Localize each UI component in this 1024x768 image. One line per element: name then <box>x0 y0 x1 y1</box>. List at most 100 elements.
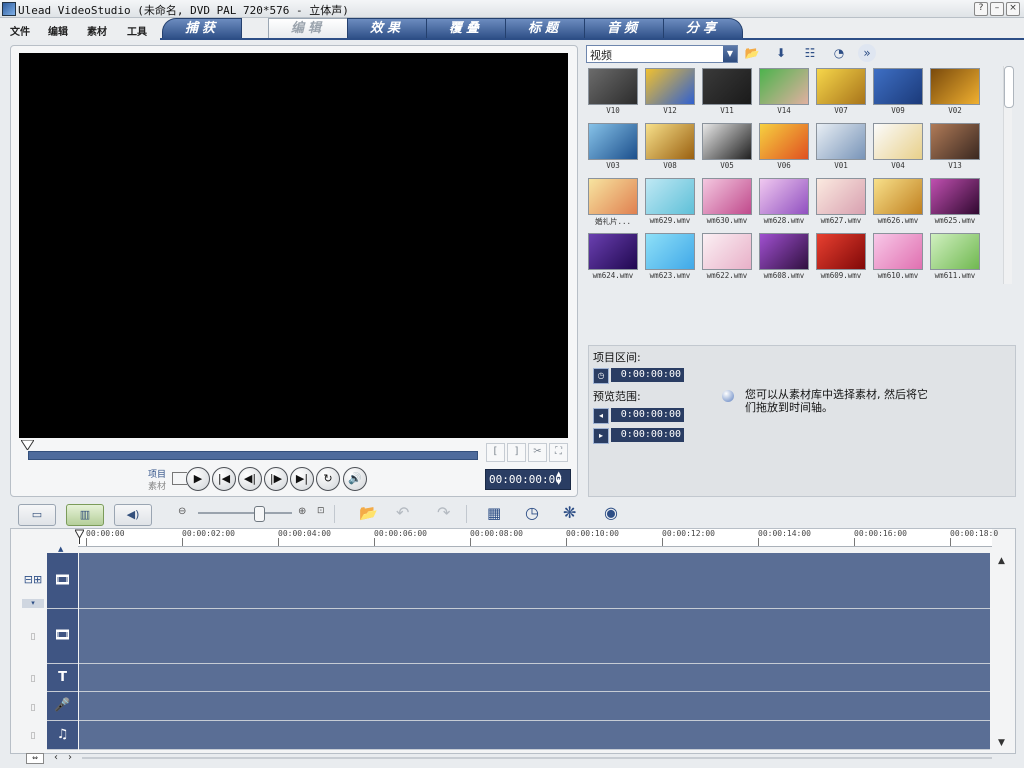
expand-icon[interactable]: » <box>858 44 876 62</box>
library-scroll-knob[interactable] <box>1004 66 1014 108</box>
tab-share[interactable]: 分享 <box>663 18 743 39</box>
library-scrollbar[interactable] <box>1003 66 1014 284</box>
voice-track[interactable] <box>79 692 990 721</box>
library-thumbnail[interactable] <box>930 123 980 160</box>
fit-project-icon[interactable]: ⊡ <box>317 506 325 516</box>
mix-audio-icon[interactable]: ❋ <box>563 503 576 522</box>
track-expand-icon[interactable]: ▾ <box>22 599 44 608</box>
library-thumbnail[interactable] <box>702 68 752 105</box>
library-thumbnail[interactable] <box>873 233 923 270</box>
scroll-right-icon[interactable]: › <box>68 752 72 763</box>
scrub-handle[interactable] <box>21 440 34 450</box>
overlay-track[interactable] <box>79 609 990 664</box>
zoom-slider-knob[interactable] <box>254 506 265 522</box>
library-thumbnail[interactable] <box>930 68 980 105</box>
timeline-view-button[interactable]: ▥ <box>66 504 104 526</box>
library-thumbnail[interactable] <box>873 178 923 215</box>
tab-title[interactable]: 标题 <box>505 18 585 39</box>
zoom-slider[interactable] <box>198 512 292 514</box>
voice-track-header[interactable]: 🎤 <box>47 692 78 721</box>
import-icon[interactable]: ⬇ <box>771 44 791 62</box>
timeline-ruler[interactable]: 00:00:00 00:00:02:00 00:00:04:00 00:00:06:0… <box>78 529 998 547</box>
mark-out-button[interactable]: ] <box>507 443 526 462</box>
mark-in-button[interactable]: [ <box>486 443 505 462</box>
redo-icon[interactable]: ↷ <box>437 503 450 522</box>
library-thumbnail[interactable] <box>645 123 695 160</box>
video-track-header[interactable]: 🎞 <box>47 553 78 609</box>
undo-icon[interactable]: ↶ <box>396 503 409 522</box>
tab-capture[interactable]: 捕获 <box>162 18 242 39</box>
storyboard-view-button[interactable]: ▭ <box>18 504 56 526</box>
library-category-select[interactable]: 视频 ▼ <box>586 45 738 63</box>
folder-icon[interactable]: 📂 <box>742 44 762 62</box>
tab-audio[interactable]: 音频 <box>584 18 664 39</box>
library-thumbnail[interactable] <box>588 68 638 105</box>
music-track-header[interactable]: ♫ <box>47 721 78 750</box>
library-thumbnail[interactable] <box>702 233 752 270</box>
title-track[interactable] <box>79 664 990 692</box>
library-thumbnail[interactable] <box>702 123 752 160</box>
end-button[interactable]: ▶| <box>290 467 314 491</box>
split-clip-icon[interactable]: ✂ <box>528 443 547 462</box>
track-scroll-up-icon[interactable]: ▲ <box>58 545 63 553</box>
play-button[interactable]: ▶ <box>186 467 210 491</box>
burn-disc-icon[interactable]: ◉ <box>604 503 618 522</box>
library-thumbnail[interactable] <box>645 233 695 270</box>
library-thumbnail[interactable] <box>873 123 923 160</box>
tab-overlay[interactable]: 覆叠 <box>426 18 506 39</box>
library-thumbnail[interactable] <box>816 178 866 215</box>
library-thumbnail[interactable] <box>645 68 695 105</box>
library-thumbnail[interactable] <box>930 178 980 215</box>
timecode-spinner[interactable]: ▲ ▼ <box>556 470 561 486</box>
timeline-horizontal-scrollbar[interactable] <box>82 757 992 759</box>
overlay-track-lock-icon[interactable]: ▯ <box>22 632 44 642</box>
enlarge-preview-icon[interactable]: ⛶ <box>549 443 568 462</box>
repeat-button[interactable]: ↻ <box>316 467 340 491</box>
scroll-up-icon[interactable]: ▲ <box>998 556 1005 566</box>
clip-mode-label[interactable]: 素材 <box>148 479 166 492</box>
library-thumbnail[interactable] <box>816 233 866 270</box>
library-thumbnail[interactable] <box>759 68 809 105</box>
audio-view-button[interactable]: ◀) <box>114 504 152 526</box>
playhead[interactable] <box>75 528 84 544</box>
menu-clip[interactable]: 素材 <box>87 23 107 38</box>
insert-media-icon[interactable]: 📂 <box>359 504 378 522</box>
track-manager-icon[interactable]: ⊟⊞ <box>22 573 44 586</box>
overlay-track-header[interactable]: 🎞 <box>47 609 78 664</box>
library-thumbnail[interactable] <box>588 178 638 215</box>
video-track[interactable] <box>79 553 990 609</box>
scroll-left-icon[interactable]: ‹ <box>54 752 58 763</box>
home-button[interactable]: |◀ <box>212 467 236 491</box>
menu-tools[interactable]: 工具 <box>127 23 147 38</box>
tab-edit[interactable]: 编辑 <box>268 18 348 39</box>
library-thumbnail[interactable] <box>702 178 752 215</box>
library-thumbnail[interactable] <box>759 123 809 160</box>
library-thumbnail[interactable] <box>816 68 866 105</box>
library-thumbnail[interactable] <box>645 178 695 215</box>
close-button[interactable]: × <box>1006 2 1020 16</box>
library-thumbnail[interactable] <box>588 233 638 270</box>
tab-effects[interactable]: 效果 <box>347 18 427 39</box>
timeline-zoom-toggle[interactable]: ⇔ <box>26 753 44 764</box>
chevron-down-icon[interactable]: ▼ <box>723 46 737 62</box>
title-track-header[interactable]: T <box>47 664 78 692</box>
library-thumbnail[interactable] <box>759 233 809 270</box>
volume-button[interactable]: 🔊 <box>343 467 367 491</box>
next-frame-button[interactable]: |▶ <box>264 467 288 491</box>
library-thumbnail[interactable] <box>759 178 809 215</box>
minimize-button[interactable]: – <box>990 2 1004 16</box>
title-track-lock-icon[interactable]: ▯ <box>22 674 44 684</box>
scrub-bar[interactable] <box>28 451 478 460</box>
sort-list-icon[interactable]: ☷ <box>800 44 820 62</box>
zoom-out-icon[interactable]: ⊖ <box>178 506 186 517</box>
timeline-clock-icon[interactable]: ◷ <box>525 503 539 522</box>
smart-proxy-icon[interactable]: ▦ <box>487 504 501 522</box>
timeline-vertical-scrollbar[interactable]: ▲ ▼ <box>996 556 1010 752</box>
menu-file[interactable]: 文件 <box>10 23 30 38</box>
library-thumbnail[interactable] <box>873 68 923 105</box>
music-track[interactable] <box>79 721 990 750</box>
zoom-in-icon[interactable]: ⊕ <box>298 506 306 517</box>
music-track-lock-icon[interactable]: ▯ <box>22 731 44 741</box>
voice-track-lock-icon[interactable]: ▯ <box>22 703 44 713</box>
help-button[interactable]: ? <box>974 2 988 16</box>
